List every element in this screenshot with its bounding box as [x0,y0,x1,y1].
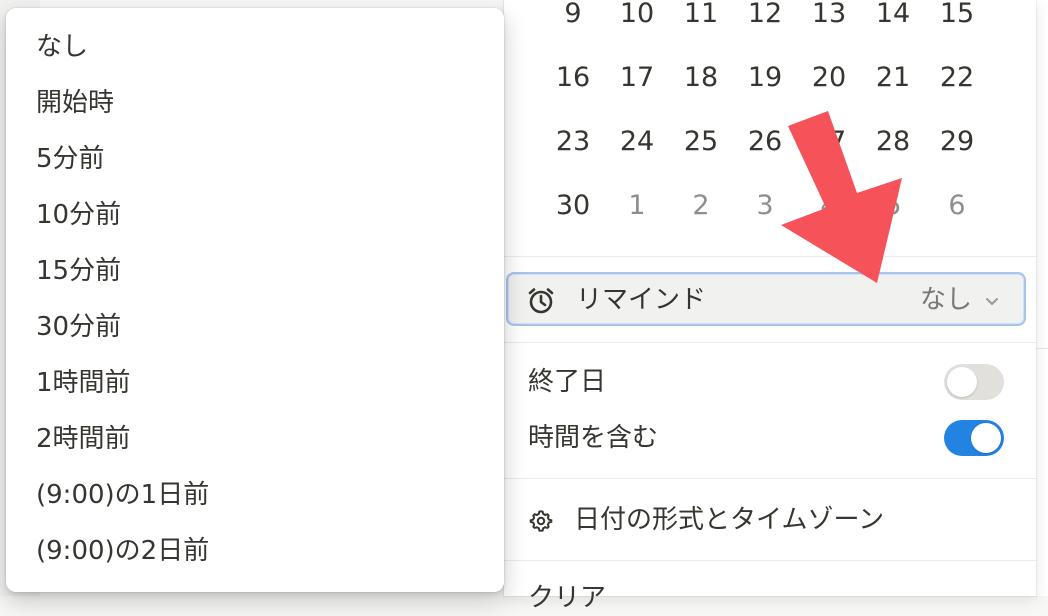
remind-option-label: なし [36,32,89,62]
remind-option-label: 10分前 [36,200,122,230]
date-picker-panel: 9 10 11 12 13 14 15 16 17 18 19 20 21 22 23 24 25 26 27 28 2… [504,0,1036,613]
include-time-label: 時間を含む [528,423,659,453]
alarm-clock-icon [528,288,554,314]
divider [504,478,1036,479]
calendar-day[interactable]: 18 [671,61,731,95]
remind-option-label: (9:00)の2日前 [36,536,210,566]
calendar-day[interactable]: 17 [607,61,667,95]
divider [1036,348,1048,349]
clear-button[interactable]: クリア [528,580,606,616]
remind-option[interactable]: 2時間前 [6,411,504,467]
remind-option[interactable]: 30分前 [6,299,504,355]
calendar-day[interactable]: 15 [927,0,987,31]
calendar-day[interactable]: 22 [927,61,987,95]
remind-options-menu: なし開始時 5分前 10分前 15分前 30分前 1時間前 2時間前 (9:00)の1日前 (9… [6,8,504,592]
remind-label: リマインド [576,285,707,315]
remind-option-label: (9:00)の1日前 [36,480,210,510]
calendar-day[interactable]: 16 [543,61,603,95]
end-date-label: 終了日 [528,367,607,397]
remind-option-label: 15分前 [36,256,122,286]
calendar-day[interactable]: 29 [927,125,987,159]
remind-select[interactable]: リマインド なし [506,272,1026,326]
calendar-day[interactable]: 23 [543,125,603,159]
remind-option[interactable]: (9:00)の1日前 [6,467,504,523]
date-format-label: 日付の形式とタイムゾーン [574,505,885,535]
calendar-day[interactable]: 11 [671,0,731,31]
remind-option-label: 2時間前 [36,424,131,454]
remind-option[interactable]: 10分前 [6,187,504,243]
remind-option[interactable]: 5分前 [6,131,504,187]
remind-option[interactable]: 開始時 [6,75,504,131]
calendar-day[interactable]: 25 [671,125,731,159]
remind-option-label: 開始時 [36,88,115,118]
calendar-day[interactable]: 12 [735,0,795,31]
gear-icon [529,510,553,532]
calendar-day[interactable]: 4 [799,189,859,223]
calendar-day[interactable]: 6 [927,189,987,223]
remind-option[interactable]: (9:00)の2日前 [6,523,504,579]
calendar-day[interactable]: 26 [735,125,795,159]
calendar-day[interactable]: 9 [543,0,603,31]
remind-option-label: 1時間前 [36,368,131,398]
calendar-day[interactable]: 28 [863,125,923,159]
chevron-down-icon [986,298,998,305]
calendar-day[interactable]: 27 [799,125,859,159]
include-time-toggle[interactable] [944,420,1004,456]
calendar-day[interactable]: 13 [799,0,859,31]
remind-option[interactable]: 1時間前 [6,355,504,411]
divider [504,256,1036,257]
remind-option[interactable]: なし [6,19,504,75]
background-page [1036,0,1048,596]
calendar-day[interactable]: 14 [863,0,923,31]
toggle-knob [947,367,977,397]
calendar-day[interactable]: 1 [607,189,667,223]
calendar-day[interactable]: 21 [863,61,923,95]
end-date-toggle[interactable] [944,364,1004,400]
divider [504,342,1036,343]
calendar-day[interactable]: 19 [735,61,795,95]
calendar-day[interactable]: 3 [735,189,795,223]
remind-value: なし [919,285,972,315]
remind-option-label: 30分前 [36,312,122,342]
divider [504,560,1036,561]
remind-option-label: 5分前 [36,144,105,174]
calendar-day[interactable]: 30 [543,189,603,223]
toggle-knob [971,423,1001,453]
calendar-day[interactable]: 20 [799,61,859,95]
calendar-day[interactable]: 24 [607,125,667,159]
calendar-day[interactable]: 10 [607,0,667,31]
calendar-day[interactable]: 2 [671,189,731,223]
calendar-day[interactable]: 5 [863,189,923,223]
remind-option[interactable]: 15分前 [6,243,504,299]
